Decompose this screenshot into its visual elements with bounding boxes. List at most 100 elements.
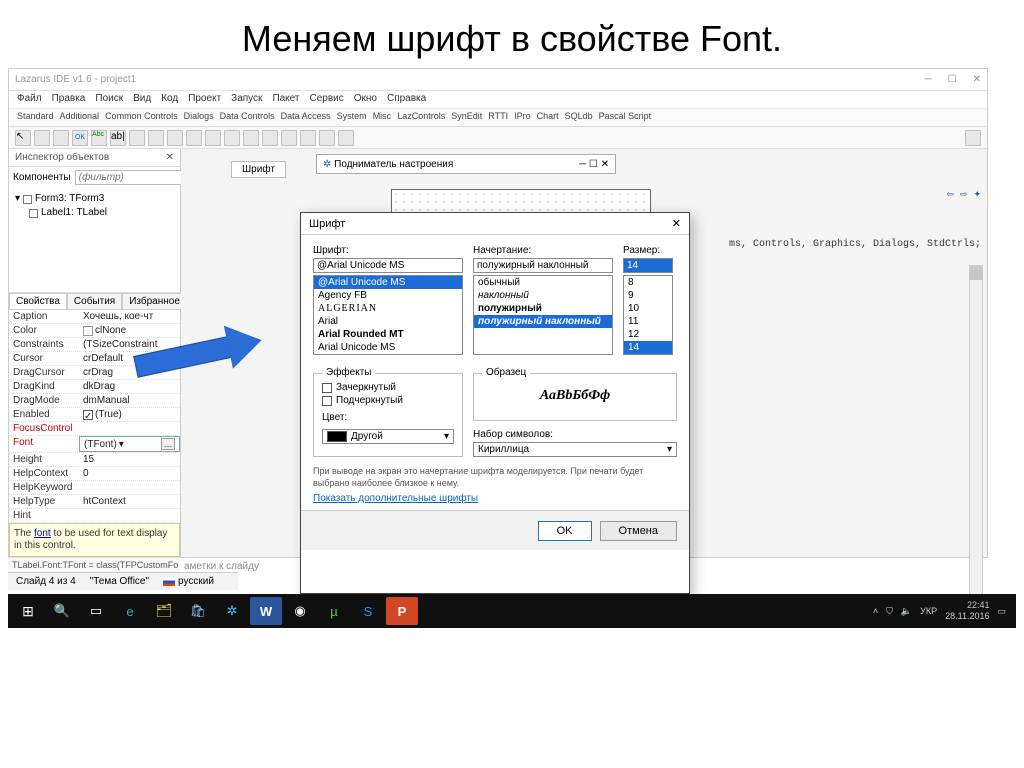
tab-favorites[interactable]: Избранное <box>122 293 187 309</box>
tool-arrow-icon[interactable]: ↖ <box>15 130 31 146</box>
chevron-down-icon[interactable]: ▾ <box>667 444 672 455</box>
tool-panel-icon[interactable] <box>300 130 316 146</box>
close-icon[interactable]: ✕ <box>973 74 981 85</box>
size-item[interactable]: 11 <box>624 315 672 328</box>
font-item[interactable]: Arial <box>314 315 462 328</box>
font-style-input[interactable] <box>473 258 613 273</box>
tool-checkbox-icon[interactable] <box>167 130 183 146</box>
tool-group-icon[interactable] <box>262 130 278 146</box>
lazarus-icon[interactable]: ✲ <box>216 597 248 625</box>
prop-constraints[interactable]: Constraints <box>9 338 79 351</box>
tab-data-controls[interactable]: Data Controls <box>220 111 275 124</box>
prop-helpcontext[interactable]: HelpContext <box>9 467 79 480</box>
menu-search[interactable]: Поиск <box>95 93 123 106</box>
tab-dialogs[interactable]: Dialogs <box>184 111 214 124</box>
tab-sqldb[interactable]: SQLdb <box>565 111 593 124</box>
tree-root[interactable]: ▾ Form3: TForm3 <box>15 192 174 206</box>
size-item[interactable]: 10 <box>624 302 672 315</box>
chrome-icon[interactable]: ◉ <box>284 597 316 625</box>
tool-combo-icon[interactable] <box>224 130 240 146</box>
prop-height[interactable]: Height <box>9 453 79 466</box>
font-item[interactable]: Agency FB <box>314 289 462 302</box>
component-palette-tabs[interactable]: Standard Additional Common Controls Dial… <box>9 109 987 127</box>
prop-enabled[interactable]: Enabled <box>9 408 79 421</box>
prop-cursor[interactable]: Cursor <box>9 352 79 365</box>
color-select[interactable]: Другой▾ <box>322 429 454 444</box>
tree-item-label1[interactable]: Label1: TLabel <box>29 206 174 220</box>
font-item-selected[interactable]: @Arial Unicode MS <box>314 276 462 289</box>
gear-icon[interactable]: ✦ <box>973 189 981 200</box>
tab-rtti[interactable]: RTTI <box>488 111 508 124</box>
close-icon[interactable]: ✕ <box>672 217 681 230</box>
tool-radio-icon[interactable] <box>186 130 202 146</box>
maximize-icon[interactable]: ☐ <box>948 74 957 85</box>
chevron-down-icon[interactable]: ▾ <box>119 439 124 450</box>
minimize-icon[interactable]: ─ <box>579 159 586 170</box>
tool-action-icon[interactable] <box>338 130 354 146</box>
nav-back-icon[interactable]: ⇦ <box>946 189 954 200</box>
size-item-selected[interactable]: 14 <box>624 341 672 354</box>
font-item[interactable]: Arial Unicode MS <box>314 341 462 354</box>
tab-additional[interactable]: Additional <box>60 111 100 124</box>
network-icon[interactable]: ⛉ <box>886 606 893 617</box>
tab-chart[interactable]: Chart <box>537 111 559 124</box>
word-icon[interactable]: W <box>250 597 282 625</box>
font-item[interactable]: ALGERIAN <box>314 302 462 315</box>
tool-button-icon[interactable]: OK <box>72 130 88 146</box>
tab-common-controls[interactable]: Common Controls <box>105 111 178 124</box>
ellipsis-button[interactable]: … <box>161 438 175 450</box>
menu-package[interactable]: Пакет <box>272 93 299 106</box>
tool-popup-icon[interactable] <box>53 130 69 146</box>
menu-file[interactable]: Файл <box>17 93 42 106</box>
form-tab[interactable]: Шрифт <box>231 161 286 178</box>
volume-icon[interactable]: 🔈 <box>901 606 912 617</box>
checkbox-icon[interactable] <box>322 383 332 393</box>
tool-toggle-icon[interactable] <box>148 130 164 146</box>
oi-tabs[interactable]: Свойства События Избранное <box>9 292 180 309</box>
tab-synedit[interactable]: SynEdit <box>451 111 482 124</box>
tool-memo-icon[interactable] <box>129 130 145 146</box>
size-item[interactable]: 8 <box>624 276 672 289</box>
tab-system[interactable]: System <box>337 111 367 124</box>
tab-standard[interactable]: Standard <box>17 111 54 124</box>
charset-select[interactable]: Кириллица▾ <box>473 442 677 457</box>
tab-lazcontrols[interactable]: LazControls <box>397 111 445 124</box>
menu-tools[interactable]: Сервис <box>309 93 343 106</box>
font-size-input[interactable] <box>623 258 673 273</box>
close-icon[interactable]: ✕ <box>601 159 609 170</box>
store-icon[interactable]: 🛍 <box>182 597 214 625</box>
tray-chevron-icon[interactable]: ˄ <box>873 606 878 617</box>
prop-color[interactable]: Color <box>9 324 79 337</box>
property-grid[interactable]: CaptionХочешь, кое-чт ColorclNone Constr… <box>9 309 180 523</box>
component-tree[interactable]: ▾ Form3: TForm3 Label1: TLabel <box>9 188 180 224</box>
chevron-down-icon[interactable]: ▾ <box>444 431 449 442</box>
menu-project[interactable]: Проект <box>188 93 221 106</box>
tool-frame-icon[interactable] <box>319 130 335 146</box>
lang-indicator[interactable]: русский <box>163 576 214 587</box>
minimize-icon[interactable]: ─ <box>925 74 932 85</box>
task-view-icon[interactable]: ▭ <box>80 597 112 625</box>
font-family-input[interactable] <box>313 258 463 273</box>
size-item[interactable]: 16 <box>624 354 672 355</box>
vertical-scrollbar[interactable] <box>969 265 983 615</box>
tab-misc[interactable]: Misc <box>373 111 392 124</box>
tool-listbox-icon[interactable] <box>205 130 221 146</box>
prop-helpkeyword[interactable]: HelpKeyword <box>9 481 79 494</box>
tool-radiogroup-icon[interactable] <box>281 130 297 146</box>
menu-edit[interactable]: Правка <box>52 93 86 106</box>
style-item[interactable]: обычный <box>474 276 612 289</box>
menu-help[interactable]: Справка <box>387 93 426 106</box>
font-item[interactable]: Arial Rounded MT <box>314 328 462 341</box>
menu-code[interactable]: Код <box>161 93 178 106</box>
menu-run[interactable]: Запуск <box>231 93 262 106</box>
size-item[interactable]: 9 <box>624 289 672 302</box>
font-size-list[interactable]: 8 9 10 11 12 14 16 <box>623 275 673 355</box>
tab-pascal-script[interactable]: Pascal Script <box>599 111 652 124</box>
scrollbar-thumb[interactable] <box>970 266 982 280</box>
prop-focuscontrol[interactable]: FocusControl <box>9 422 79 435</box>
tool-menu-icon[interactable] <box>34 130 50 146</box>
prop-dragmode[interactable]: DragMode <box>9 394 79 407</box>
style-item[interactable]: полужирный <box>474 302 612 315</box>
prop-dragcursor[interactable]: DragCursor <box>9 366 79 379</box>
style-item[interactable]: наклонный <box>474 289 612 302</box>
